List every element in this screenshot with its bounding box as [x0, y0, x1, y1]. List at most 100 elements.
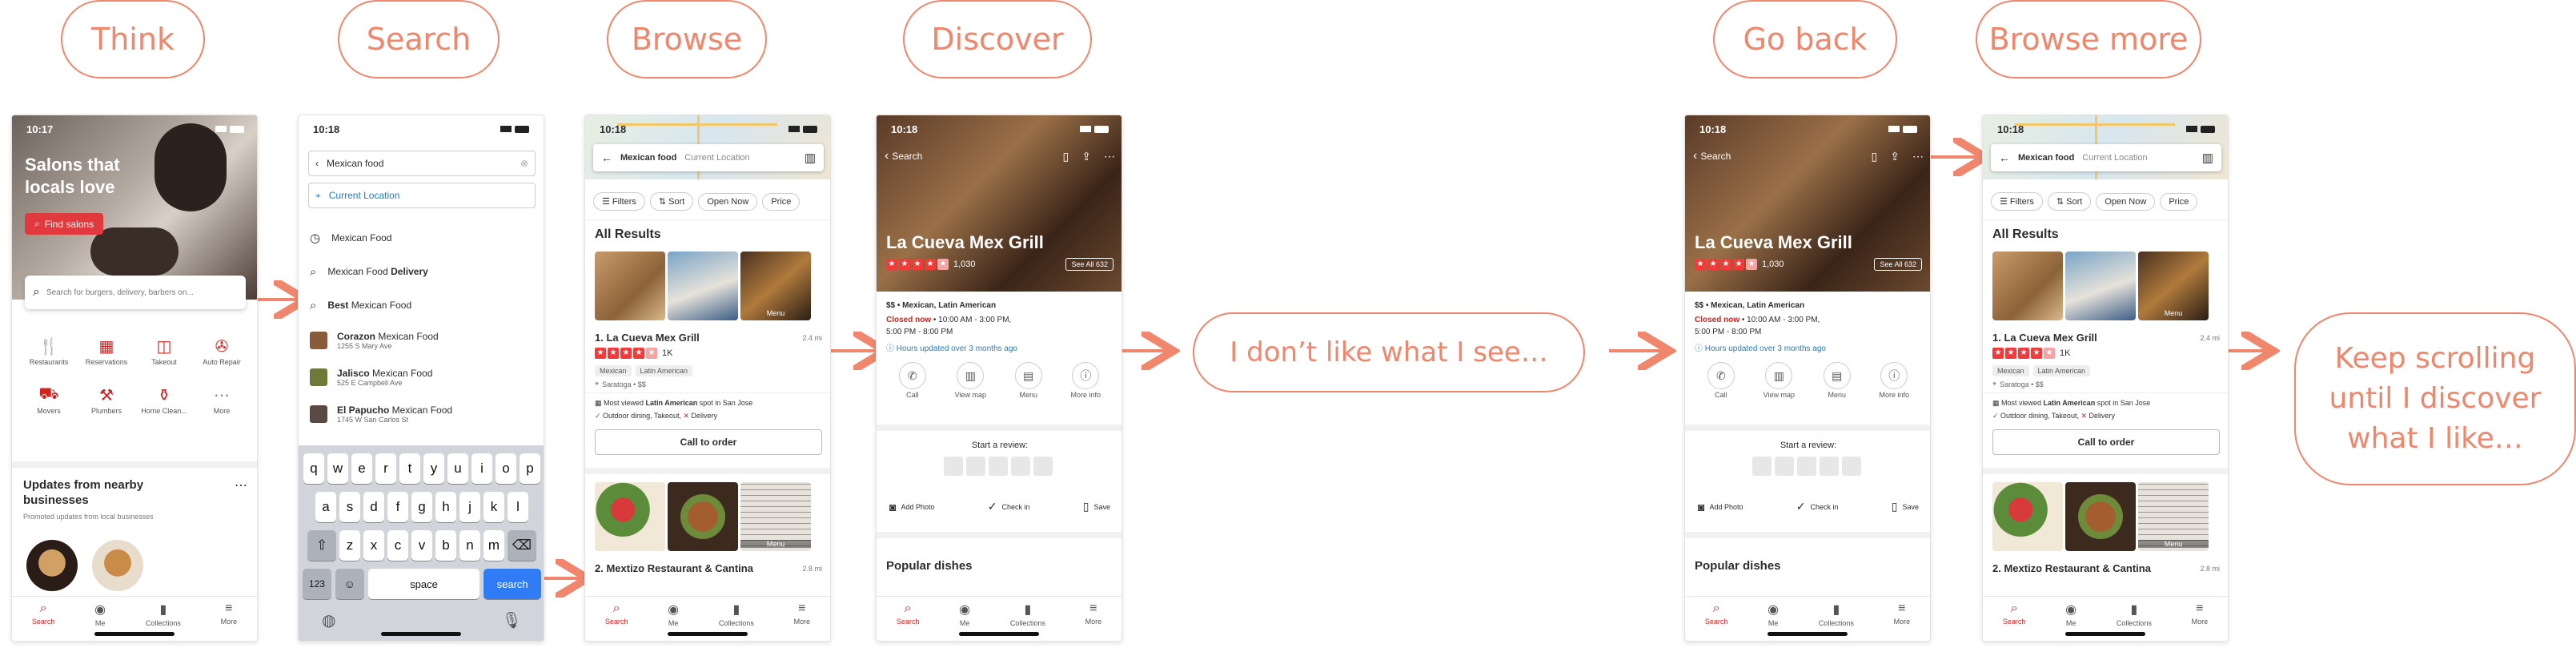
place-item[interactable]: El Papucho Mexican Food 1745 W San Carlos… [310, 396, 534, 433]
business-name[interactable]: 1. La Cueva Mex Grill [1992, 332, 2097, 344]
category-more[interactable]: ⋯ More [193, 385, 251, 415]
letter-key[interactable]: g [411, 492, 432, 522]
tab-collections[interactable]: ▮ Collections [1010, 602, 1045, 627]
search-key[interactable]: search [484, 569, 541, 599]
search-bar[interactable]: ⌕ Search for burgers, delivery, barbers … [25, 276, 246, 309]
more-dots-icon[interactable]: ⋯ [1912, 150, 1924, 163]
letter-key[interactable]: i [471, 453, 492, 484]
open-now-chip[interactable]: Open Now [698, 192, 758, 211]
open-now-chip[interactable]: Open Now [2096, 192, 2156, 211]
location-input[interactable]: ⌖ Current Location [308, 183, 536, 208]
tab-collections[interactable]: ▮ Collections [1819, 602, 1854, 627]
letter-key[interactable]: f [387, 492, 408, 522]
map-icon[interactable]: ▥ [2202, 151, 2213, 165]
check-in-button[interactable]: ✓ Check in [1796, 500, 1839, 513]
category-tag[interactable]: Mexican [1992, 365, 2029, 376]
menu-photo[interactable]: Menu [740, 482, 811, 551]
tab-me[interactable]: ◉ Me [94, 602, 106, 627]
tab-more[interactable]: ≡ More [2192, 602, 2209, 626]
category-home-cleaning[interactable]: ⚱ Home Clean... [135, 385, 193, 415]
view-map-button[interactable]: ▥ View map [1763, 362, 1795, 399]
back-arrow-icon[interactable]: ‹ [315, 158, 319, 169]
letter-key[interactable]: j [459, 492, 480, 522]
share-icon[interactable]: ⇪ [1890, 150, 1900, 163]
business-name[interactable]: 1. La Cueva Mex Grill [595, 332, 700, 344]
suggestion-item[interactable]: ⌕ Mexican Food Delivery [310, 255, 534, 288]
back-arrow-icon[interactable]: ← [1999, 151, 2010, 164]
place-item[interactable]: Jalisco Mexican Food 525 E Campbell Ave [310, 359, 534, 396]
category-takeout[interactable]: ◫ Takeout [135, 336, 193, 366]
letter-key[interactable]: t [399, 453, 420, 484]
back-arrow-icon[interactable]: ‹ [1693, 149, 1697, 163]
letter-key[interactable]: a [315, 492, 336, 522]
backspace-key[interactable]: ⌫ [508, 530, 536, 561]
share-icon[interactable]: ⇪ [1081, 150, 1091, 163]
find-salons-button[interactable]: ⌕ Find salons [25, 213, 104, 235]
letter-key[interactable]: y [423, 453, 444, 484]
business-photo[interactable] [1992, 252, 2063, 320]
category-restaurants[interactable]: 🍴 Restaurants [20, 336, 78, 366]
back-label[interactable]: Search [892, 151, 922, 162]
call-button[interactable]: ✆ Call [898, 362, 926, 399]
more-info-button[interactable]: ⓘ More info [1071, 362, 1101, 399]
business-photo[interactable] [668, 252, 738, 320]
letter-key[interactable]: e [351, 453, 372, 484]
menu-photo[interactable]: Menu [2138, 482, 2209, 551]
tab-search[interactable]: ⌕ Search [605, 602, 628, 626]
business-photo[interactable] [2065, 252, 2136, 320]
business-name[interactable]: 2. Mextizo Restaurant & Cantina [595, 562, 753, 574]
category-tag[interactable]: Latin American [2032, 365, 2091, 376]
avatar[interactable] [92, 540, 143, 591]
check-in-button[interactable]: ✓ Check in [988, 500, 1030, 513]
letter-key[interactable]: z [339, 530, 360, 561]
filters-chip[interactable]: ☰ Filters [1991, 192, 2043, 211]
results-search-bar[interactable]: ← Mexican food Current Location ▥ [1991, 144, 2221, 171]
category-plumbers[interactable]: ⚒ Plumbers [78, 385, 135, 415]
back-arrow-icon[interactable]: ‹ [885, 149, 889, 163]
letter-key[interactable]: u [447, 453, 468, 484]
add-photo-button[interactable]: ◙ Add Photo [1698, 501, 1743, 513]
letter-key[interactable]: s [339, 492, 360, 522]
letter-key[interactable]: b [435, 530, 456, 561]
business-photo[interactable] [1992, 482, 2063, 551]
hours-updated[interactable]: ⓘ Hours updated over 3 months ago [886, 341, 1017, 353]
call-button[interactable]: ✆ Call [1707, 362, 1735, 399]
letter-key[interactable]: x [363, 530, 384, 561]
letter-key[interactable]: w [327, 453, 348, 484]
sort-chip[interactable]: ⇅ Sort [649, 192, 694, 211]
more-info-button[interactable]: ⓘ More info [1880, 362, 1909, 399]
letter-key[interactable]: c [387, 530, 408, 561]
bookmark-icon[interactable]: ▯ [1872, 150, 1878, 163]
menu-photo[interactable]: Menu [2138, 252, 2209, 320]
menu-photo[interactable]: Menu [740, 252, 811, 320]
call-to-order-button[interactable]: Call to order [1992, 429, 2220, 455]
business-photo[interactable] [668, 482, 738, 551]
tab-search[interactable]: ⌕ Search [32, 602, 55, 626]
bookmark-icon[interactable]: ▯ [1063, 150, 1069, 163]
letter-key[interactable]: k [484, 492, 504, 522]
tab-me[interactable]: ◉ Me [959, 602, 970, 627]
more-dots-icon[interactable]: ⋯ [1104, 150, 1115, 163]
letter-key[interactable]: p [520, 453, 540, 484]
shift-key[interactable]: ⇧ [307, 530, 336, 561]
back-arrow-icon[interactable]: ← [601, 151, 612, 164]
price-chip[interactable]: Price [2160, 192, 2198, 211]
tab-collections[interactable]: ▮ Collections [2117, 602, 2152, 627]
tab-collections[interactable]: ▮ Collections [146, 602, 181, 627]
category-tag[interactable]: Mexican [595, 365, 632, 376]
tab-search[interactable]: ⌕ Search [2003, 602, 2026, 626]
tab-search[interactable]: ⌕ Search [897, 602, 920, 626]
tab-me[interactable]: ◉ Me [668, 602, 679, 627]
back-label[interactable]: Search [1700, 151, 1731, 162]
tab-me[interactable]: ◉ Me [1767, 602, 1779, 627]
hours-updated[interactable]: ⓘ Hours updated over 3 months ago [1695, 341, 1826, 353]
letter-key[interactable]: n [459, 530, 480, 561]
price-chip[interactable]: Price [762, 192, 800, 211]
see-all-photos-button[interactable]: See All 632 [1874, 258, 1922, 271]
sort-chip[interactable]: ⇅ Sort [2047, 192, 2092, 211]
save-button[interactable]: ▯ Save [1083, 500, 1110, 513]
tab-me[interactable]: ◉ Me [2065, 602, 2076, 627]
business-photo[interactable] [595, 482, 665, 551]
tab-more[interactable]: ≡ More [794, 602, 811, 626]
tab-more[interactable]: ≡ More [1085, 602, 1102, 626]
